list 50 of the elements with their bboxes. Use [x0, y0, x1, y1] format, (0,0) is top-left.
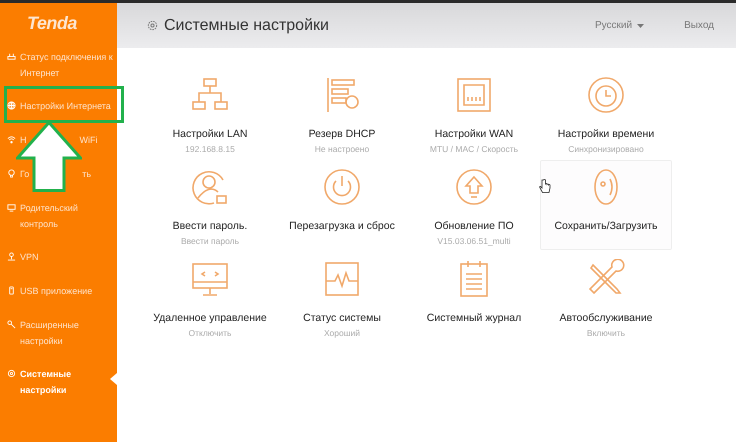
sidebar-item[interactable]: Статус подключения к Интернет: [0, 44, 117, 86]
tile-title: Сохранить/Загрузить: [554, 220, 658, 232]
brand-logo: Tenda: [26, 12, 78, 35]
settings-tile[interactable]: Настройки времени Синхронизировано: [540, 68, 672, 158]
tile-title: Системный журнал: [426, 312, 522, 324]
tile-subtitle: Не настроено: [314, 144, 370, 154]
sidebar-item[interactable]: USB приложение: [0, 278, 117, 305]
tile-subtitle: Ввести пароль: [180, 236, 240, 246]
sidebar-item[interactable]: Настройки Интернета: [0, 93, 117, 120]
settings-tile[interactable]: Обновление ПО V15.03.06.51_multi: [408, 160, 540, 250]
page-title: Системные настройки: [164, 16, 330, 34]
sidebar-item[interactable]: Расширенные настройки: [0, 312, 117, 354]
settings-tile[interactable]: Автообслуживание Включить: [540, 252, 672, 342]
tile-title: Ввести пароль.: [172, 220, 248, 232]
settings-tile[interactable]: Системный журнал: [408, 252, 540, 342]
sidebar-item[interactable]: Родительский контроль: [0, 195, 117, 237]
tile-subtitle: Хороший: [324, 328, 360, 338]
tile-subtitle: 192.168.8.15: [185, 144, 235, 154]
menu-text-fragment[interactable]: Го: [20, 166, 30, 182]
settings-tile[interactable]: Настройки WAN MTU / MAC / Скорость: [408, 68, 540, 158]
settings-tile[interactable]: Сохранить/Загрузить: [540, 160, 672, 250]
tile-subtitle: MTU / MAC / Скорость: [430, 144, 518, 154]
tile-title: Резерв DHCP: [308, 128, 376, 140]
settings-tile[interactable]: Перезагрузка и сброс: [276, 160, 408, 250]
menu-text-fragment[interactable]: Н: [20, 132, 26, 148]
caret-icon: [637, 24, 644, 28]
tile-title: Перезагрузка и сброс: [289, 220, 395, 232]
menu-text-fragment[interactable]: ть: [82, 166, 92, 182]
sidebar-item[interactable]: VPN: [0, 244, 117, 271]
tile-subtitle: Синхронизировано: [568, 144, 644, 154]
tile-subtitle: Включить: [586, 328, 626, 338]
tile-title: Обновление ПО: [434, 220, 514, 232]
tile-subtitle: Отключить: [188, 328, 232, 338]
menu-text-fragment[interactable]: WiFi: [80, 132, 98, 148]
tile-title: Настройки WAN: [434, 128, 514, 140]
settings-tile[interactable]: Статус системы Хороший: [276, 252, 408, 342]
settings-icon: [147, 20, 158, 31]
logout-link[interactable]: Выход: [684, 20, 714, 31]
tile-title: Настройки LAN: [172, 128, 248, 140]
tile-subtitle: V15.03.06.51_multi: [437, 236, 511, 246]
hand-cursor-icon: [539, 179, 551, 194]
tile-title: Настройки времени: [558, 128, 654, 140]
language-dropdown[interactable]: Русский: [594, 20, 644, 31]
tile-title: Удаленное управление: [153, 312, 267, 324]
tile-title: Автообслуживание: [559, 312, 653, 324]
settings-tile[interactable]: Удаленное управление Отключить: [144, 252, 276, 342]
settings-tile[interactable]: Настройки LAN 192.168.8.15: [144, 68, 276, 158]
settings-tile[interactable]: Ввести пароль. Ввести пароль: [144, 160, 276, 250]
settings-tile[interactable]: Резерв DHCP Не настроено: [276, 68, 408, 158]
tile-title: Статус системы: [303, 312, 381, 324]
